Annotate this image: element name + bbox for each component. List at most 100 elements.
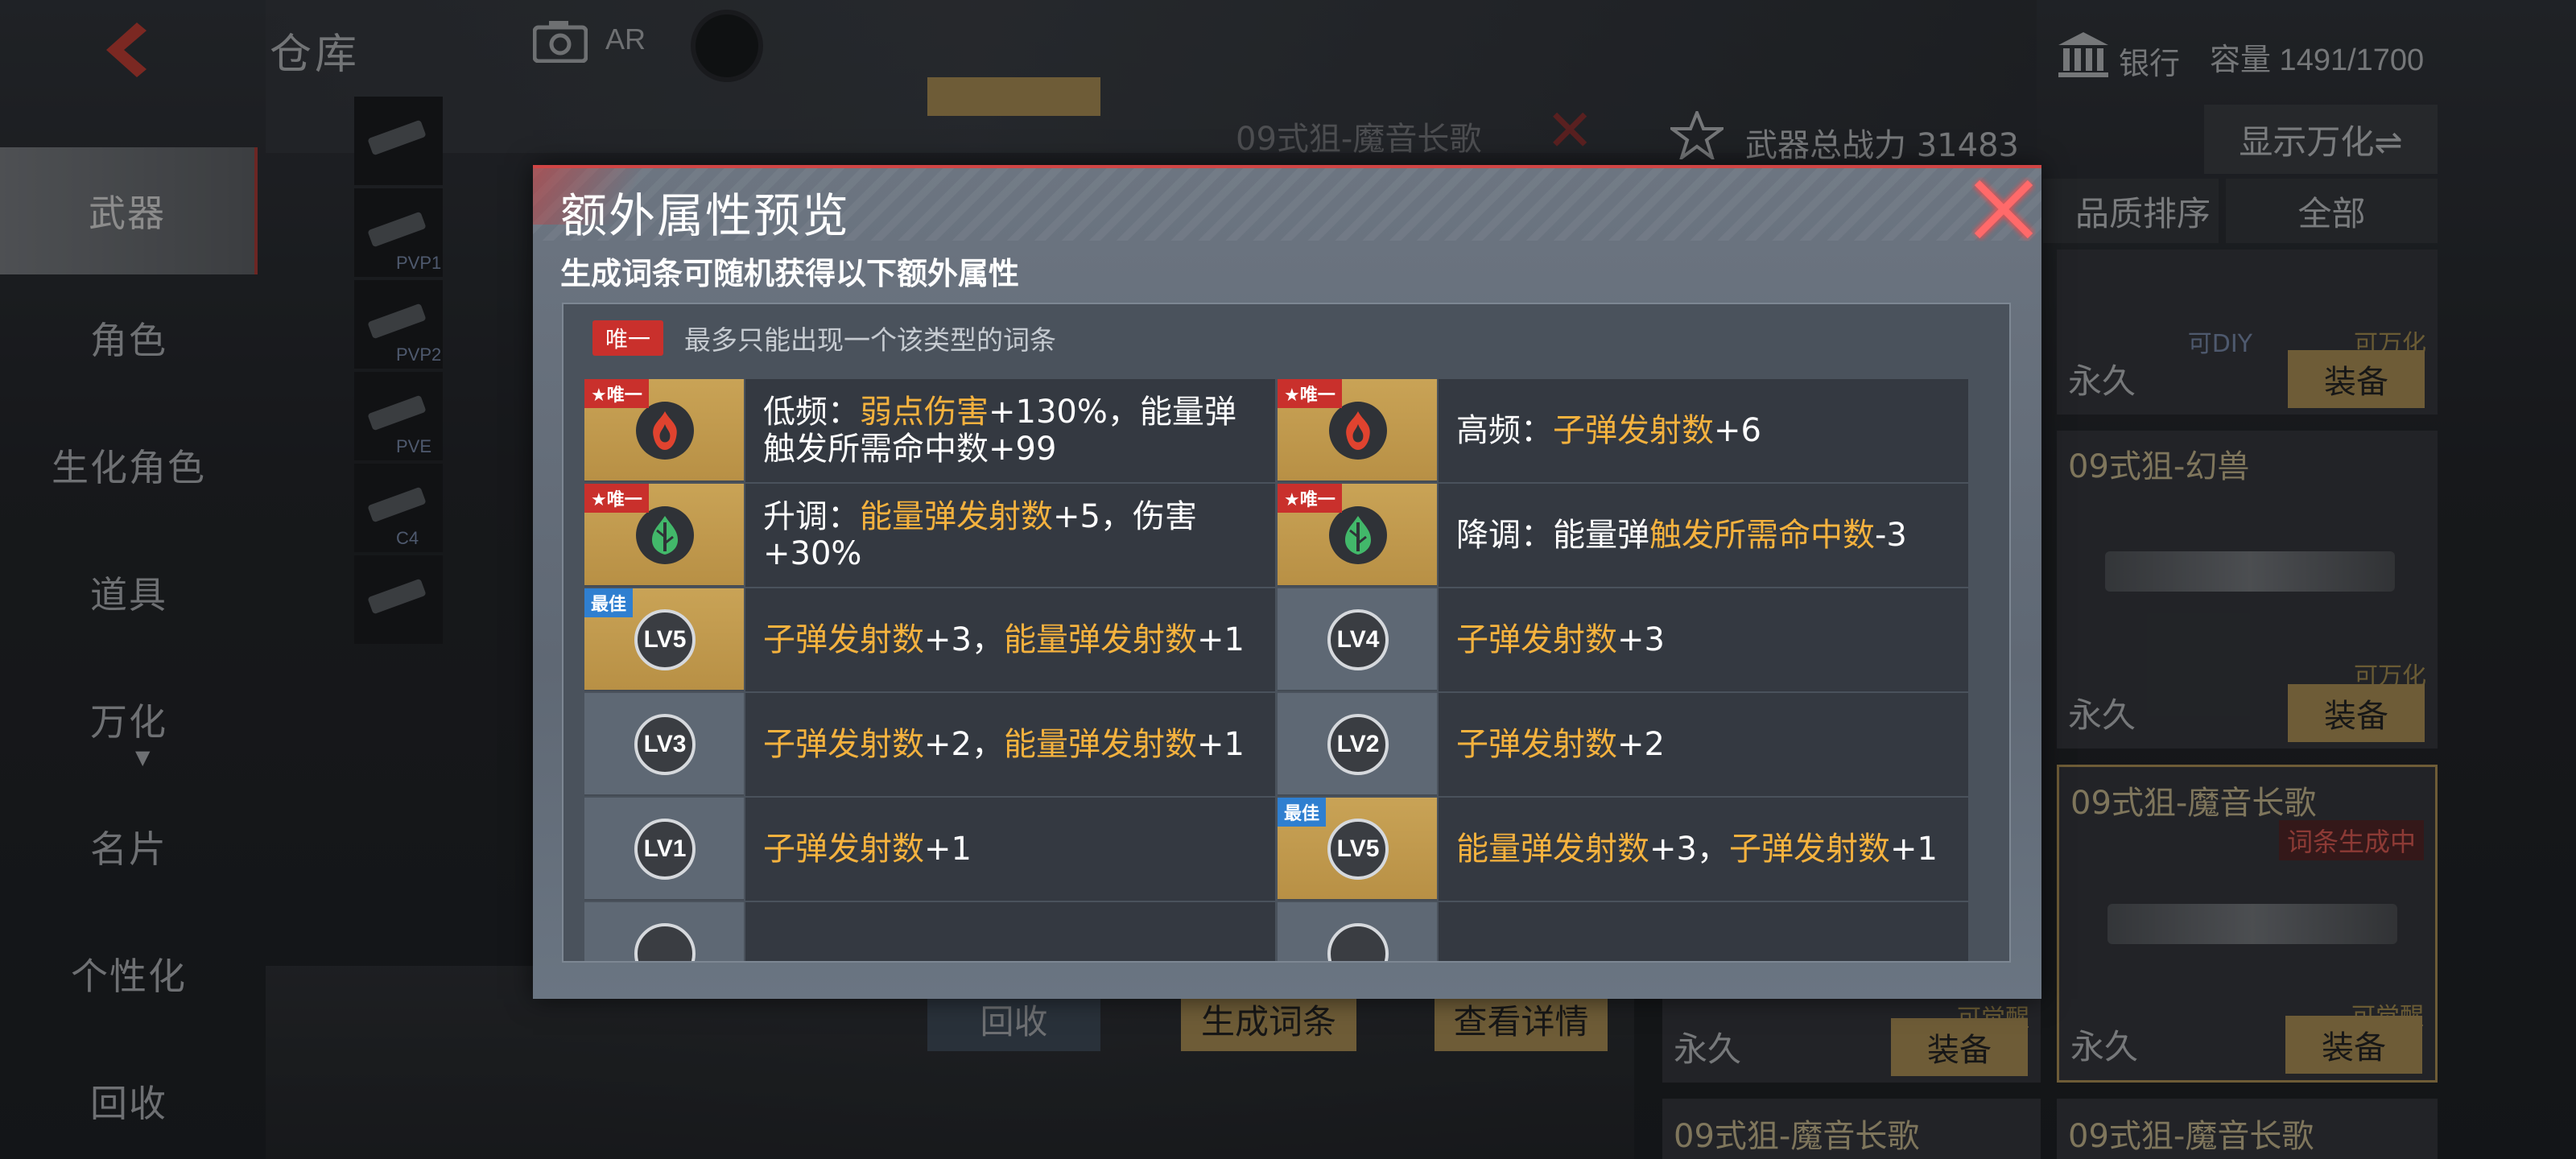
attribute-description: 低频：弱点伤害+130%，能量弹触发所需命中数+99 <box>745 379 1275 482</box>
attribute-icon-box: ★唯一 <box>1278 379 1437 482</box>
stat-text: 降调：能量弹 <box>1456 517 1649 554</box>
attribute-icon-box: LV2 <box>1278 693 1437 796</box>
attribute-text: 低频：弱点伤害+130%，能量弹触发所需命中数+99 <box>763 394 1262 468</box>
highlighted-stat: 子弹发射数 <box>763 831 924 868</box>
attribute-description <box>1439 902 1968 961</box>
attribute-description: 子弹发射数+2，能量弹发射数+1 <box>745 693 1275 796</box>
attribute-icon-box: ★唯一 <box>1278 484 1437 587</box>
highlighted-stat: 子弹发射数 <box>763 726 924 763</box>
attribute-text: 子弹发射数+2，能量弹发射数+1 <box>763 726 1245 763</box>
attribute-icon-box: ★唯一 <box>584 379 744 482</box>
attribute-entry: LV5 最佳 子弹发射数+3，能量弹发射数+1 <box>584 588 1276 691</box>
attribute-text: 子弹发射数+3 <box>1456 621 1665 658</box>
leaf-emblem-icon <box>1327 505 1389 566</box>
level-badge-icon: LV2 <box>1327 714 1389 775</box>
highlighted-stat: 触发所需命中数 <box>1649 517 1875 554</box>
level-badge-icon: LV5 <box>1327 819 1389 880</box>
level-badge-icon: LV4 <box>1327 609 1389 670</box>
attribute-icon-box <box>584 902 744 961</box>
attribute-entry: LV1 子弹发射数+1 <box>584 798 1276 901</box>
highlighted-stat: 子弹发射数 <box>1728 831 1890 868</box>
stat-text: 低频： <box>763 394 860 431</box>
unique-corner-tag: ★唯一 <box>1278 379 1342 408</box>
unique-tag: 唯一 <box>592 320 664 356</box>
close-button[interactable] <box>1966 171 2041 247</box>
stat-text: +3， <box>1649 831 1729 868</box>
level-badge-icon: LV3 <box>634 714 696 775</box>
attribute-description: 降调：能量弹触发所需命中数-3 <box>1439 484 1968 587</box>
attribute-text: 降调：能量弹触发所需命中数-3 <box>1456 517 1907 554</box>
stat-text: +2 <box>1617 726 1665 763</box>
stat-text: +1 <box>1889 831 1938 868</box>
dialog-subtitle: 生成词条可随机获得以下额外属性 <box>560 256 1020 291</box>
attribute-description: 高频：子弹发射数+6 <box>1439 379 1968 482</box>
attribute-description <box>745 902 1275 961</box>
highlighted-stat: 弱点伤害 <box>860 394 989 431</box>
best-tag: 最佳 <box>584 588 634 617</box>
attribute-entry: ★唯一低频：弱点伤害+130%，能量弹触发所需命中数+99 <box>584 379 1276 482</box>
attribute-entry <box>1278 902 1969 961</box>
attribute-icon-box: LV1 <box>584 798 744 901</box>
flame-emblem-icon <box>634 400 696 461</box>
highlighted-stat: 能量弹发射数 <box>1003 726 1197 763</box>
highlighted-stat: 子弹发射数 <box>1456 621 1617 658</box>
highlighted-stat: 子弹发射数 <box>763 621 924 658</box>
attribute-row: LV5 最佳 子弹发射数+3，能量弹发射数+1 LV4 子弹发射数+3 <box>584 588 1969 693</box>
attribute-entry <box>584 902 1276 961</box>
highlighted-stat: 能量弹发射数 <box>1456 831 1649 868</box>
dialog-title: 额外属性预览 <box>560 188 851 243</box>
extra-attribute-preview-dialog: 额外属性预览 生成词条可随机获得以下额外属性 唯一 最多只能出现一个该类型的词条… <box>533 165 2041 999</box>
unique-corner-tag: ★唯一 <box>584 484 649 513</box>
attribute-icon-box: LV3 <box>584 693 744 796</box>
stat-text: 高频： <box>1456 412 1553 449</box>
highlighted-stat: 能量弹发射数 <box>1003 621 1197 658</box>
stat-text: +1 <box>1196 621 1245 658</box>
attribute-text: 子弹发射数+1 <box>763 831 972 868</box>
stat-text: 升调： <box>763 498 860 535</box>
attribute-row: LV3 子弹发射数+2，能量弹发射数+1 LV2 子弹发射数+2 <box>584 693 1969 798</box>
attribute-entry: LV2 子弹发射数+2 <box>1278 693 1969 796</box>
attribute-row: ★唯一 低频：弱点伤害+130%，能量弹触发所需命中数+99 ★唯一 高频：子弹发射数… <box>584 379 1969 484</box>
attribute-text: 子弹发射数+2 <box>1456 726 1665 763</box>
attribute-row: LV1 子弹发射数+1 LV5 最佳 能量弹发射数+3，子弹发射数+1 <box>584 798 1969 902</box>
unique-corner-tag: ★唯一 <box>1278 484 1342 513</box>
attribute-description: 子弹发射数+3，能量弹发射数+1 <box>745 588 1275 691</box>
unique-corner-tag: ★唯一 <box>584 379 649 408</box>
level-badge-icon <box>634 923 696 961</box>
level-badge-icon: LV1 <box>634 819 696 880</box>
attribute-grid: ★唯一 低频：弱点伤害+130%，能量弹触发所需命中数+99 ★唯一 高频：子弹发射数… <box>584 379 1969 961</box>
stat-text: -3 <box>1875 517 1907 554</box>
leaf-emblem-icon <box>634 505 696 566</box>
legend-text: 最多只能出现一个该类型的词条 <box>684 324 1057 356</box>
attribute-text: 高频：子弹发射数+6 <box>1456 412 1761 449</box>
attribute-entry: ★唯一 升调：能量弹发射数+5，伤害+30% <box>584 484 1276 587</box>
attribute-icon-box: LV5 最佳 <box>584 588 744 691</box>
attribute-description: 子弹发射数+2 <box>1439 693 1968 796</box>
attribute-entry: LV5 最佳 能量弹发射数+3，子弹发射数+1 <box>1278 798 1969 901</box>
level-badge-icon <box>1327 923 1389 961</box>
attribute-entry: LV4 子弹发射数+3 <box>1278 588 1969 691</box>
attribute-description: 子弹发射数+3 <box>1439 588 1968 691</box>
attribute-entry: ★唯一降调：能量弹触发所需命中数-3 <box>1278 484 1969 587</box>
attribute-icon-box <box>1278 902 1437 961</box>
stat-text: +3 <box>1617 621 1665 658</box>
highlighted-stat: 子弹发射数 <box>1553 412 1714 449</box>
attribute-text: 能量弹发射数+3，子弹发射数+1 <box>1456 831 1938 868</box>
stat-text: +6 <box>1714 412 1761 449</box>
stat-text: +1 <box>924 831 972 868</box>
close-icon <box>1973 179 2034 240</box>
highlighted-stat: 能量弹发射数 <box>860 498 1053 535</box>
stat-text: +1 <box>1196 726 1245 763</box>
level-badge-icon: LV5 <box>634 609 696 670</box>
attribute-description: 子弹发射数+1 <box>745 798 1275 901</box>
attribute-icon-box: LV5 最佳 <box>1278 798 1437 901</box>
stat-text: +2， <box>924 726 1004 763</box>
attribute-list-panel[interactable]: 唯一 最多只能出现一个该类型的词条 ★唯一 低频：弱点伤害+130%，能量弹触发所… <box>562 303 2011 963</box>
legend: 唯一 最多只能出现一个该类型的词条 <box>592 320 1057 356</box>
attribute-icon-box: ★唯一 <box>584 484 744 587</box>
flame-emblem-icon <box>1327 400 1389 461</box>
attribute-description: 能量弹发射数+3，子弹发射数+1 <box>1439 798 1968 901</box>
attribute-entry: LV3 子弹发射数+2，能量弹发射数+1 <box>584 693 1276 796</box>
stat-text: +3， <box>924 621 1004 658</box>
highlighted-stat: 子弹发射数 <box>1456 726 1617 763</box>
